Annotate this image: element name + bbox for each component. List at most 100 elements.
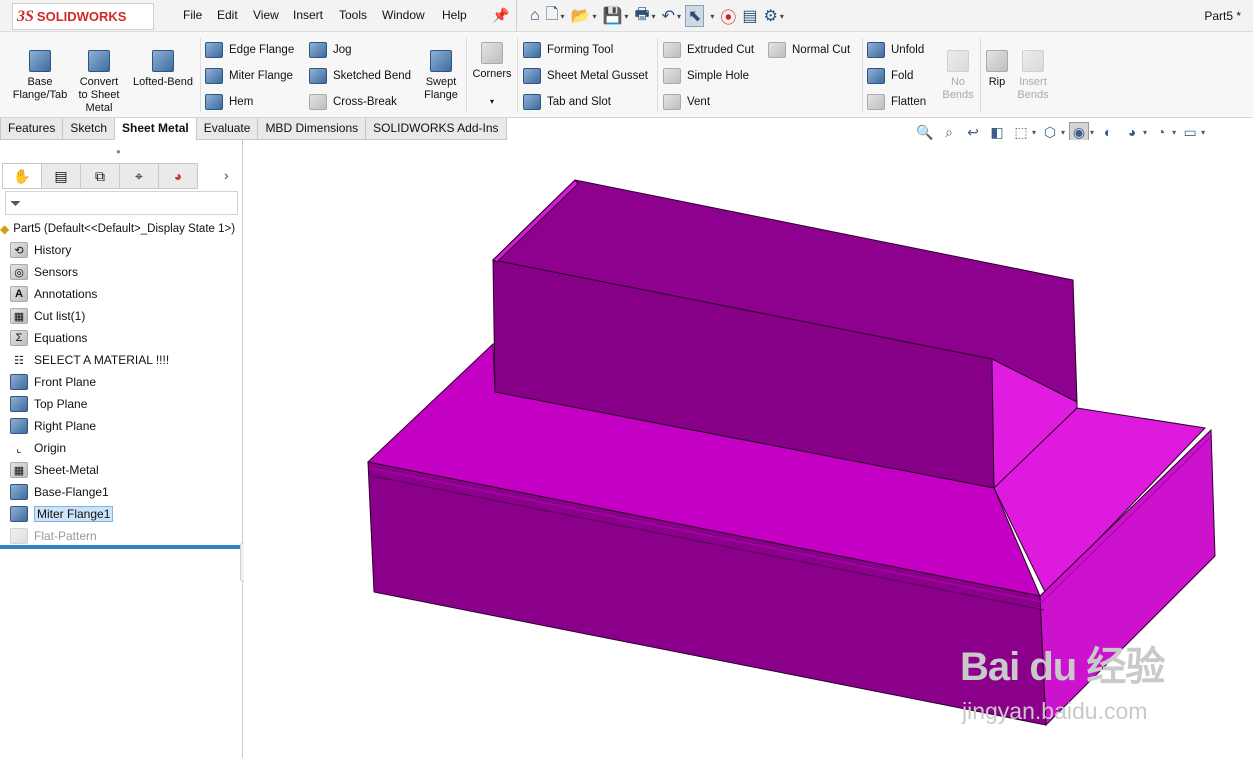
tab-solidworks-add-ins[interactable]: SOLIDWORKS Add-Ins — [365, 118, 507, 140]
rollback-bar[interactable] — [0, 545, 241, 549]
menu-insert[interactable]: Insert — [293, 8, 323, 22]
rip-button[interactable]: Rip — [984, 50, 1010, 89]
view-settings-icon[interactable]: ▭ — [1180, 122, 1200, 142]
undo-icon[interactable]: ↶ ▾ — [660, 5, 683, 27]
tree-item-cut-list[interactable]: ▦ Cut list(1) — [10, 306, 85, 326]
forming-tool-icon — [523, 42, 541, 58]
tree-item-front-plane[interactable]: Front Plane — [10, 372, 96, 392]
divider — [862, 38, 863, 112]
select-dropdown-icon[interactable]: ▾ — [706, 5, 716, 27]
dropdown-icon[interactable]: ▾ — [1032, 128, 1036, 137]
dropdown-icon[interactable]: ▾ — [1143, 128, 1147, 137]
menu-window[interactable]: Window — [382, 8, 425, 22]
menu-tools[interactable]: Tools — [339, 8, 367, 22]
jog-button[interactable]: Jog — [309, 40, 352, 60]
miter-flange-button[interactable]: Miter Flange — [205, 66, 293, 86]
sheet-metal-gusset-button[interactable]: Sheet Metal Gusset — [523, 66, 648, 86]
tree-item-base-flange1[interactable]: Base-Flange1 — [10, 482, 109, 502]
base-flange-button[interactable]: Base Flange/Tab — [9, 50, 71, 102]
rebuild-traffic-light-icon[interactable]: ⦿ — [718, 5, 738, 27]
insert-bends-button[interactable]: Insert Bends — [1013, 50, 1053, 102]
property-manager-tab-icon[interactable]: ▤ — [41, 163, 81, 189]
options-gear-icon[interactable]: ⚙ ▾ — [762, 5, 786, 27]
tree-item-label: Sensors — [34, 265, 79, 279]
edge-flange-button[interactable]: Edge Flange — [205, 40, 294, 60]
previous-view-icon[interactable]: ↩ — [963, 122, 983, 142]
pin-icon[interactable]: 📌 — [492, 7, 509, 24]
dropdown-icon[interactable]: ▾ — [1172, 128, 1176, 137]
dynamic-annotation-icon[interactable]: ⬚ — [1011, 122, 1031, 142]
tree-item-right-plane[interactable]: Right Plane — [10, 416, 96, 436]
lofted-bend-button[interactable]: Lofted-Bend — [128, 50, 198, 89]
tree-item-miter-flange1[interactable]: Miter Flange1 — [10, 504, 114, 524]
tree-item-origin[interactable]: ⌞ Origin — [10, 438, 66, 458]
configuration-manager-tab-icon[interactable]: ⧉ — [80, 163, 120, 189]
cut-list-icon: ▦ — [10, 308, 28, 324]
feature-manager-tab-icon[interactable]: ✋ — [2, 163, 42, 189]
tree-item-sensors[interactable]: ◎ Sensors — [10, 262, 78, 282]
save-icon[interactable]: 💾 ▾ — [601, 5, 631, 27]
tab-mbd-dimensions[interactable]: MBD Dimensions — [257, 118, 367, 140]
section-view-icon[interactable]: ◧ — [987, 122, 1007, 142]
chevron-right-icon[interactable]: › — [224, 167, 229, 183]
tree-item-sheet-metal[interactable]: ▦ Sheet-Metal — [10, 460, 99, 480]
swept-flange-button[interactable]: Swept Flange — [418, 50, 464, 102]
home-icon[interactable]: ⌂ — [528, 5, 542, 27]
new-document-icon[interactable]: 🗋 ▾ — [544, 5, 567, 27]
tab-features[interactable]: Features — [0, 118, 64, 140]
vent-button[interactable]: Vent — [663, 92, 710, 112]
scene-icon[interactable]: ◔ — [1151, 122, 1171, 142]
edit-appearance-icon[interactable]: ◕ — [1122, 122, 1142, 142]
solidworks-logo[interactable]: 3S SOLIDWORKS — [12, 3, 154, 30]
display-style-icon[interactable]: ◉ — [1069, 122, 1090, 142]
hide-show-items-icon[interactable]: ◐ — [1098, 122, 1118, 142]
dropdown-icon[interactable]: ▾ — [1090, 128, 1094, 137]
hem-button[interactable]: Hem — [205, 92, 253, 112]
display-manager-tab-icon[interactable]: ◕ — [158, 163, 198, 189]
tab-sheet-metal[interactable]: Sheet Metal — [114, 118, 197, 140]
cross-break-button[interactable]: Cross-Break — [309, 92, 397, 112]
tree-item-top-plane[interactable]: Top Plane — [10, 394, 87, 414]
zoom-to-fit-icon[interactable]: 🔍 — [915, 122, 935, 142]
plane-icon — [10, 396, 28, 412]
tree-item-annotations[interactable]: A Annotations — [10, 284, 97, 304]
corners-button[interactable]: Corners ▾ — [469, 42, 515, 108]
open-icon[interactable]: 📂 ▾ — [569, 5, 599, 27]
no-bends-button[interactable]: No Bends — [940, 50, 976, 102]
tab-and-slot-button[interactable]: Tab and Slot — [523, 92, 611, 112]
tree-filter[interactable]: ⏷ — [5, 191, 238, 215]
select-icon[interactable]: ⬉ — [684, 5, 705, 27]
tree-item-flat-pattern[interactable]: Flat-Pattern — [10, 526, 97, 546]
menu-view[interactable]: View — [253, 8, 279, 22]
tree-item-material[interactable]: ☷ SELECT A MATERIAL !!!! — [10, 350, 169, 370]
sketched-bend-button[interactable]: Sketched Bend — [309, 66, 411, 86]
simple-hole-button[interactable]: Simple Hole — [663, 66, 749, 86]
menu-help[interactable]: Help — [442, 8, 467, 22]
dropdown-icon[interactable]: ▾ — [1201, 128, 1205, 137]
corners-dropdown-icon[interactable]: ▾ — [490, 95, 494, 108]
dropdown-icon[interactable]: ▾ — [1061, 128, 1065, 137]
view-orientation-icon[interactable]: ⬡ — [1040, 122, 1060, 142]
unfold-button[interactable]: Unfold — [867, 40, 924, 60]
print-icon[interactable]: 🖶 ▾ — [632, 5, 657, 27]
zoom-to-area-icon[interactable]: ⌕ — [939, 122, 959, 142]
dimxpert-manager-tab-icon[interactable]: ⌖ — [119, 163, 159, 189]
tree-root-part[interactable]: ◆ Part5 (Default<<Default>_Display State… — [0, 219, 235, 239]
forming-tool-button[interactable]: Forming Tool — [523, 40, 613, 60]
convert-to-sheet-metal-button[interactable]: Convert to Sheet Metal — [74, 50, 124, 115]
tab-sketch[interactable]: Sketch — [62, 118, 116, 140]
tree-item-history[interactable]: ⟲ History — [10, 240, 71, 260]
menu-file[interactable]: File — [183, 8, 202, 22]
extruded-cut-button[interactable]: Extruded Cut — [663, 40, 754, 60]
flat-pattern-icon — [10, 528, 28, 544]
tree-item-equations[interactable]: Σ Equations — [10, 328, 87, 348]
logo-text: SOLIDWORKS — [36, 9, 127, 24]
normal-cut-button[interactable]: Normal Cut — [768, 40, 850, 60]
file-properties-icon[interactable]: ▤ — [740, 5, 759, 27]
flatten-button[interactable]: Flatten — [867, 92, 926, 112]
fold-button[interactable]: Fold — [867, 66, 913, 86]
panel-grip-icon[interactable]: ● — [116, 147, 121, 156]
tab-evaluate[interactable]: Evaluate — [195, 118, 259, 140]
menu-edit[interactable]: Edit — [217, 8, 238, 22]
plane-icon — [10, 374, 28, 390]
